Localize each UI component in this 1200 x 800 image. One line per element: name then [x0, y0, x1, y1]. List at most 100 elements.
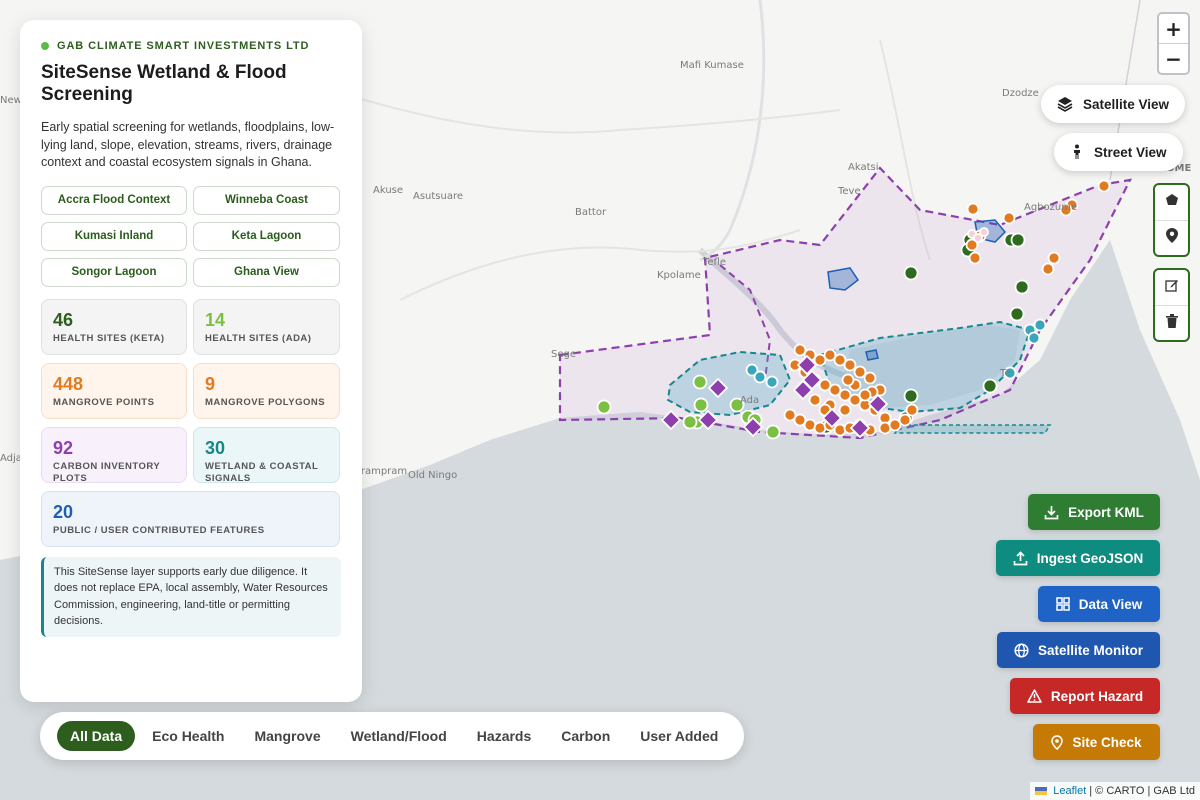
data-view-button[interactable]: Data View	[1038, 586, 1160, 622]
zoom-in-button[interactable]: +	[1159, 14, 1188, 44]
warning-icon	[1027, 689, 1042, 703]
map-label: Prampram	[355, 466, 408, 477]
health-site-ada-marker[interactable]	[693, 397, 709, 413]
mangrove-point-marker[interactable]	[833, 423, 847, 437]
wetland-signal-marker[interactable]	[753, 370, 767, 384]
filter-mangrove[interactable]: Mangrove	[241, 721, 333, 751]
stat-label: HEALTH SITES (KETA)	[53, 332, 165, 344]
map-label: Dzodze	[1002, 88, 1039, 99]
draw-polygon-button[interactable]	[1155, 185, 1188, 220]
health-site-keta-marker[interactable]	[1010, 232, 1026, 248]
trash-icon	[1165, 313, 1178, 333]
filter-user-added[interactable]: User Added	[627, 721, 731, 751]
status-dot	[41, 42, 49, 50]
preset-songor-lagoon[interactable]: Songor Lagoon	[41, 257, 187, 287]
pedestrian-icon	[1070, 144, 1084, 160]
filter-hazards[interactable]: Hazards	[464, 721, 544, 751]
mangrove-point-marker[interactable]	[905, 403, 919, 417]
stat-label: CARBON INVENTORY PLOTS	[53, 460, 161, 484]
pin-icon	[1051, 734, 1064, 750]
edit-layers-button[interactable]	[1155, 270, 1188, 305]
mangrove-point-marker[interactable]	[841, 373, 855, 387]
leaflet-link[interactable]: Leaflet	[1053, 785, 1086, 797]
satellite-monitor-button[interactable]: Satellite Monitor	[997, 632, 1160, 668]
data-view-label: Data View	[1078, 596, 1143, 612]
mangrove-point-marker[interactable]	[898, 413, 912, 427]
map-label: Tefle	[703, 257, 727, 268]
site-check-label: Site Check	[1072, 734, 1142, 750]
preset-accra-flood-context[interactable]: Accra Flood Context	[41, 185, 187, 215]
export-kml-button[interactable]: Export KML	[1028, 494, 1160, 530]
zoom-control: + −	[1157, 12, 1190, 75]
health-site-keta-marker[interactable]	[1014, 279, 1030, 295]
health-site-keta-marker[interactable]	[1009, 306, 1025, 322]
wetland-signal-marker[interactable]	[1033, 318, 1047, 332]
health-site-ada-marker[interactable]	[596, 399, 612, 415]
site-check-button[interactable]: Site Check	[1033, 724, 1160, 760]
health-site-ada-marker[interactable]	[765, 424, 781, 440]
mangrove-point-marker[interactable]	[843, 358, 857, 372]
attribution-text: | © CARTO | GAB Ltd	[1089, 785, 1195, 797]
health-site-ada-marker[interactable]	[692, 374, 708, 390]
health-site-keta-marker[interactable]	[903, 388, 919, 404]
draw-marker-button[interactable]	[1155, 220, 1188, 255]
filter-all-data[interactable]: All Data	[57, 721, 136, 751]
health-site-ada-marker[interactable]	[682, 414, 698, 430]
mangrove-point-marker[interactable]	[853, 365, 867, 379]
preset-winneba-coast[interactable]: Winneba Coast	[193, 185, 340, 215]
mangrove-point-marker[interactable]	[863, 371, 877, 385]
user-feature-marker[interactable]	[979, 227, 989, 237]
map-label: Akuse	[373, 185, 404, 196]
health-site-keta-marker[interactable]	[903, 265, 919, 281]
mangrove-point-marker[interactable]	[1047, 251, 1061, 265]
zoom-out-button[interactable]: −	[1159, 44, 1188, 73]
stat-label: MANGROVE POLYGONS	[205, 396, 326, 408]
preset-ghana-view[interactable]: Ghana View	[193, 257, 340, 287]
filter-wetland-flood[interactable]: Wetland/Flood	[338, 721, 460, 751]
stat-label: HEALTH SITES (ADA)	[205, 332, 312, 344]
edit-toolbar	[1153, 268, 1190, 342]
mangrove-point-marker[interactable]	[1097, 179, 1111, 193]
stat-value: 46	[53, 309, 74, 330]
disclaimer-note: This SiteSense layer supports early due …	[41, 556, 341, 637]
ingest-geojson-button[interactable]: Ingest GeoJSON	[996, 540, 1160, 576]
filter-eco-health[interactable]: Eco Health	[139, 721, 237, 751]
info-panel: GAB CLIMATE SMART INVESTMENTS LTD SiteSe…	[20, 20, 362, 702]
stat-card: 14 HEALTH SITES (ADA)	[193, 298, 340, 355]
stat-card: 20 PUBLIC / USER CONTRIBUTED FEATURES	[41, 490, 340, 547]
satellite-monitor-label: Satellite Monitor	[1037, 642, 1143, 658]
wetland-signal-marker[interactable]	[765, 375, 779, 389]
wetland-signal-marker[interactable]	[1027, 331, 1041, 345]
report-hazard-button[interactable]: Report Hazard	[1010, 678, 1160, 714]
coastal-strip	[893, 424, 1052, 434]
grid-icon	[1055, 597, 1070, 611]
preset-keta-lagoon[interactable]: Keta Lagoon	[193, 221, 340, 251]
mangrove-point-marker[interactable]	[1041, 262, 1055, 276]
stat-value: 14	[205, 309, 226, 330]
filter-carbon[interactable]: Carbon	[548, 721, 623, 751]
preset-kumasi-inland[interactable]: Kumasi Inland	[41, 221, 187, 251]
mangrove-point-marker[interactable]	[966, 202, 980, 216]
mangrove-point-marker[interactable]	[1002, 211, 1016, 225]
stat-value: 448	[53, 373, 84, 394]
marker-icon	[1165, 228, 1178, 248]
layers-icon	[1057, 96, 1073, 112]
stat-value: 92	[53, 437, 74, 458]
mangrove-point-marker[interactable]	[858, 388, 872, 402]
delete-layers-button[interactable]	[1155, 305, 1188, 340]
stat-card: 46 HEALTH SITES (KETA)	[41, 298, 187, 355]
layer-filter-bar: All Data Eco Health Mangrove Wetland/Flo…	[40, 712, 744, 760]
stats-grid: 46 HEALTH SITES (KETA) 14 HEALTH SITES (…	[41, 298, 341, 547]
ingest-geojson-label: Ingest GeoJSON	[1036, 550, 1144, 566]
street-view-label: Street View	[1094, 144, 1167, 160]
stat-card: 92 CARBON INVENTORY PLOTS	[41, 426, 187, 484]
map-label: Sege	[551, 349, 576, 360]
satellite-view-button[interactable]: Satellite View	[1041, 85, 1186, 123]
mangrove-point-marker[interactable]	[808, 393, 822, 407]
health-site-keta-marker[interactable]	[982, 378, 998, 394]
street-view-button[interactable]: Street View	[1054, 133, 1183, 171]
mangrove-point-marker[interactable]	[838, 403, 852, 417]
stat-value: 30	[205, 437, 226, 458]
mangrove-point-marker[interactable]	[968, 251, 982, 265]
map-label: Akatsi	[848, 162, 879, 173]
